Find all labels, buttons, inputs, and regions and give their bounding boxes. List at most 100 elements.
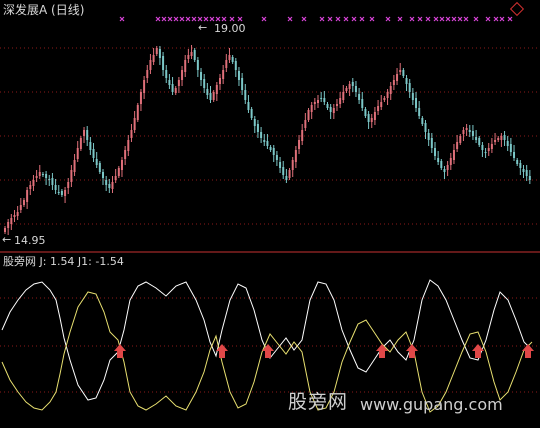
candle-body [516,160,519,164]
candle-body [405,78,408,84]
candle-body [32,180,35,186]
signal-cross [173,16,179,22]
signal-cross [439,16,445,22]
candle-body [269,147,272,150]
candle-body [471,131,474,136]
candle-body [196,60,199,70]
candle-body [67,182,70,188]
signal-cross [417,16,423,22]
candle-body [452,150,455,160]
candle-body [83,130,86,136]
candle-body [64,190,67,196]
candle-body [421,118,424,124]
candle-body [462,130,465,134]
signal-cross [451,16,457,22]
candle-body [525,170,528,176]
signal-cross [179,16,185,22]
candle-body [149,60,152,70]
candle-body [301,130,304,141]
candle-body [427,133,430,140]
candle-body [402,70,405,76]
candle-body [143,80,146,93]
candle-body [22,200,25,205]
watermark-brand: 股旁网 [288,391,349,413]
candle-body [108,184,111,188]
candle-body [446,165,449,170]
signal-cross [155,16,161,22]
candle-body [184,60,187,72]
candle-body [364,109,367,116]
candle-body [367,114,370,122]
indicator-title: 股旁网 J: 1.54 J1: -1.54 [3,255,124,268]
candle-body [424,123,427,132]
candle-body [519,163,522,168]
candle-body [218,78,221,84]
candle-body [38,172,41,176]
candle-body [260,132,263,138]
candle-body [320,98,323,99]
candle-body [326,104,329,108]
signal-cross [119,16,125,22]
candle-body [146,70,149,78]
candle-body [396,74,399,81]
candle-body [79,138,82,149]
candle-body [399,70,402,72]
candlesticks [4,45,531,235]
candle-body [57,192,60,193]
candle-body [307,110,310,120]
candle-body [190,52,193,56]
signal-cross [221,16,227,22]
candle-body [383,98,386,100]
candle-body [484,152,487,153]
candle-body [361,99,364,108]
candle-body [459,136,462,143]
candle-body [51,178,54,185]
candle-body [279,162,282,168]
min-price-arrow: ← [2,233,12,246]
signal-cross [485,16,491,22]
candle-body [26,190,29,202]
candle-body [418,108,421,116]
candle-body [45,174,48,178]
candle-body [127,140,130,151]
candle-body [490,144,493,149]
candle-body [193,50,196,60]
candle-body [228,55,231,60]
candle-body [76,148,79,159]
candle-body [411,93,414,100]
candle-body [339,98,342,104]
candle-body [222,70,225,79]
candle-body [29,185,32,189]
chart-title: 深发展A (日线) [3,3,85,17]
candle-body [465,128,468,130]
candle-body [313,102,316,104]
signal-cross [229,16,235,22]
candle-body [250,109,253,118]
candle-body [136,105,139,120]
candle-body [487,148,490,151]
candle-body [130,130,133,138]
candle-body [377,106,380,111]
signal-cross [343,16,349,22]
candle-body [16,212,19,216]
candle-body [209,93,212,100]
candle-body [468,130,471,132]
signal-cross [359,16,365,22]
candle-body [168,80,171,85]
signal-cross [409,16,415,22]
chart-canvas[interactable] [0,0,540,428]
candle-body [494,140,497,142]
candle-body [386,92,389,98]
signal-cross [287,16,293,22]
candle-body [348,84,351,89]
candle-body [497,138,500,140]
candle-body [443,169,446,172]
signal-crosses [119,16,513,22]
candle-body [500,136,503,140]
candle-body [345,88,348,91]
candle-body [481,145,484,150]
candle-body [203,79,206,88]
candle-body [181,70,184,80]
signal-cross [209,16,215,22]
candle-body [234,61,237,70]
